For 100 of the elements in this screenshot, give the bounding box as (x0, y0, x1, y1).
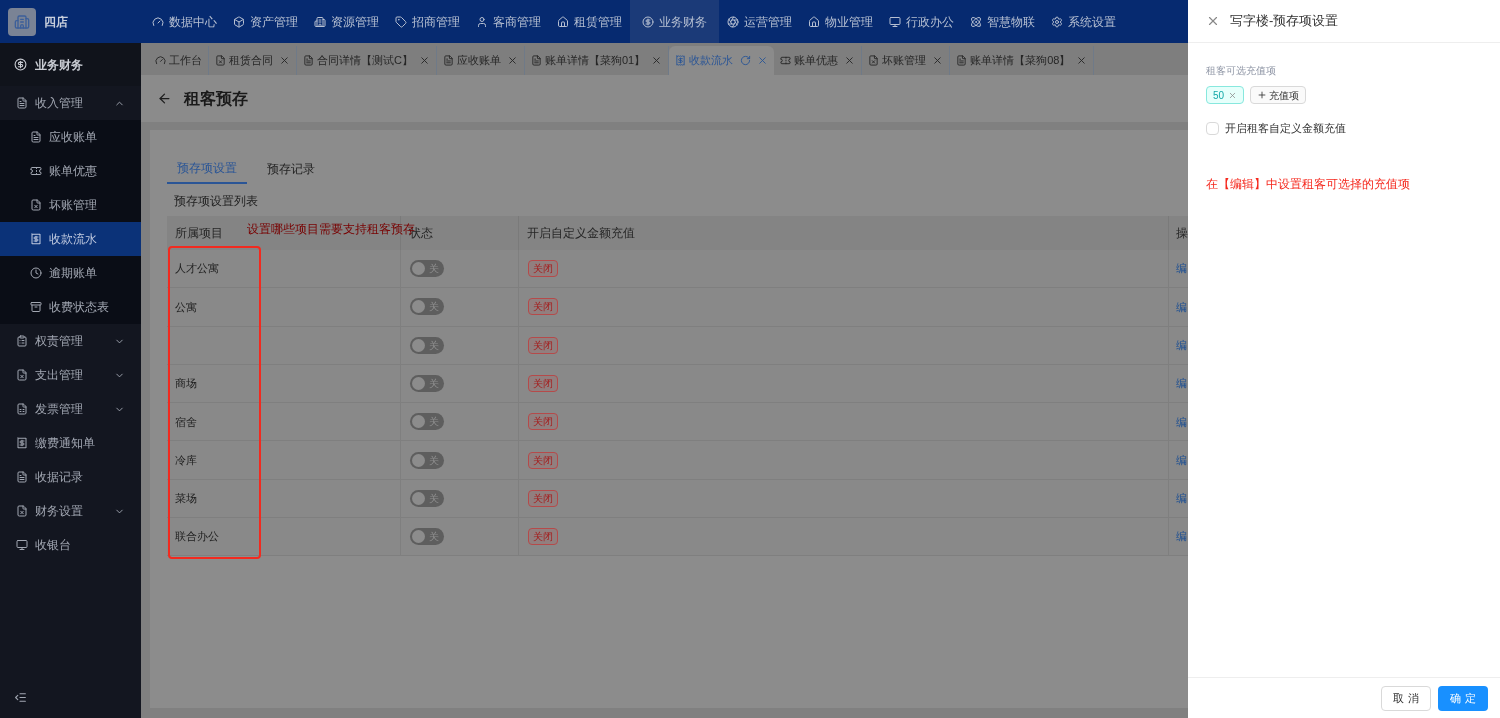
table-cell-text: 人才公寓 (175, 261, 219, 277)
top-nav-item[interactable]: 系统设置 (1043, 0, 1124, 43)
house-icon (557, 15, 569, 28)
sidebar-subitem[interactable]: 收费状态表 (0, 290, 141, 324)
cube-icon (233, 15, 245, 28)
top-nav-item[interactable]: 运营管理 (719, 0, 800, 43)
sidebar-item[interactable]: 支出管理 (0, 358, 141, 392)
page-title: 租客预存 (184, 88, 248, 109)
field-label: 租客可选充值项 (1206, 64, 1277, 78)
logo-icon (8, 7, 36, 36)
sidebar-title: 业务财务 (35, 56, 83, 74)
tag-icon (395, 15, 407, 28)
settings-icon (1051, 15, 1063, 28)
monitor-icon (16, 539, 28, 551)
sidebar-item[interactable]: 发票管理 (0, 392, 141, 426)
coin-icon (642, 15, 654, 28)
close-icon[interactable] (757, 55, 769, 66)
close-icon[interactable] (418, 55, 430, 66)
sidebar-item[interactable]: 财务设置 (0, 494, 141, 528)
list-title: 预存项设置列表 (174, 193, 259, 210)
file-icon (30, 199, 42, 211)
cancel-button[interactable]: 取 消 (1381, 685, 1431, 711)
top-nav-item[interactable]: 智慧物联 (962, 0, 1043, 43)
building-icon (314, 15, 326, 28)
sidebar-item[interactable]: 缴费通知单 (0, 426, 141, 460)
option-tag: 50 (1206, 86, 1245, 104)
top-nav-item[interactable]: 租赁管理 (549, 0, 630, 43)
top-nav-item[interactable]: 资产管理 (225, 0, 306, 43)
status-tag: 关闭 (528, 489, 558, 507)
close-icon[interactable] (932, 55, 944, 66)
coin-icon (14, 58, 27, 71)
document-icon (16, 471, 28, 483)
status-tag: 关闭 (528, 336, 558, 354)
sidebar-item[interactable]: 收据记录 (0, 460, 141, 494)
status-tag: 关闭 (528, 260, 558, 278)
store-name: 四店 (44, 13, 69, 31)
column-header: 开启自定义金额充值 (527, 225, 635, 242)
top-nav-item[interactable]: 物业管理 (800, 0, 881, 43)
status-tag: 关闭 (528, 413, 558, 431)
file-icon (215, 55, 226, 66)
column-header: 所属项目 (175, 225, 223, 242)
document-icon (442, 55, 454, 66)
gauge-icon (155, 55, 166, 66)
content-tab[interactable]: 预存记录 (257, 154, 325, 184)
aperture-icon (727, 15, 739, 28)
receipt-icon (675, 55, 687, 66)
gauge-icon (152, 15, 164, 28)
document-icon (530, 55, 542, 66)
back-icon[interactable] (157, 91, 172, 106)
close-icon[interactable] (651, 55, 663, 66)
file-icon (868, 55, 880, 66)
close-icon[interactable] (506, 55, 518, 66)
table-cell-text: 菜场 (175, 491, 197, 507)
sidebar-subitem[interactable]: 逾期账单 (0, 256, 141, 290)
document-icon (956, 55, 968, 66)
status-tag: 关闭 (528, 451, 558, 469)
close-icon[interactable] (1228, 90, 1238, 100)
close-icon[interactable] (1076, 55, 1088, 66)
sidebar-item[interactable]: 权责管理 (0, 324, 141, 358)
table-cell-text: 公寓 (175, 299, 197, 315)
top-nav-item[interactable]: 数据中心 (144, 0, 225, 43)
column-header: 操 (1176, 225, 1188, 242)
top-nav-item[interactable]: 业务财务 (630, 0, 719, 43)
atom-icon (970, 15, 982, 28)
add-option-button[interactable]: 充值项 (1250, 86, 1307, 104)
table-cell-text: 联合办公 (175, 529, 219, 545)
receipt-icon (16, 437, 28, 449)
sidebar-subitem[interactable]: 账单优惠 (0, 154, 141, 188)
table-cell-text: 冷库 (175, 452, 197, 468)
top-nav-item[interactable]: 招商管理 (387, 0, 468, 43)
sidebar-item[interactable]: 收入管理 (0, 86, 141, 120)
table-cell-text: 商场 (175, 376, 197, 392)
ticket-icon (30, 165, 42, 177)
confirm-button[interactable]: 确 定 (1438, 685, 1488, 711)
close-icon[interactable] (279, 55, 290, 66)
close-icon[interactable] (844, 55, 856, 66)
sidebar-subitem[interactable]: 收款流水 (0, 222, 141, 256)
collapse-menu-icon[interactable] (14, 691, 27, 704)
receipt-icon (30, 233, 42, 245)
refresh-icon[interactable] (740, 55, 752, 66)
sidebar-subitem[interactable]: 应收账单 (0, 120, 141, 154)
status-tag: 关闭 (528, 298, 558, 316)
user-icon (476, 15, 488, 28)
top-nav-item[interactable]: 资源管理 (306, 0, 387, 43)
document-icon (303, 55, 314, 66)
top-nav-item[interactable]: 行政办公 (881, 0, 962, 43)
close-icon[interactable] (1206, 14, 1220, 28)
sidebar-subitem[interactable]: 坏账管理 (0, 188, 141, 222)
file-icon (16, 369, 28, 381)
checkbox[interactable] (1206, 121, 1219, 135)
archive-icon (30, 301, 42, 313)
ticket-icon (780, 55, 792, 66)
clipboard-icon (16, 335, 28, 347)
top-nav-item[interactable]: 客商管理 (468, 0, 549, 43)
status-tag: 关闭 (528, 375, 558, 393)
table-cell-text: 宿舍 (175, 414, 197, 430)
drawer-title: 写字楼-预存项设置 (1230, 12, 1339, 31)
checkbox-label: 开启租客自定义金额充值 (1225, 121, 1346, 136)
annotation-text: 在【编辑】中设置租客可选择的充值项 (1206, 175, 1411, 193)
sidebar-item[interactable]: 收银台 (0, 528, 141, 562)
